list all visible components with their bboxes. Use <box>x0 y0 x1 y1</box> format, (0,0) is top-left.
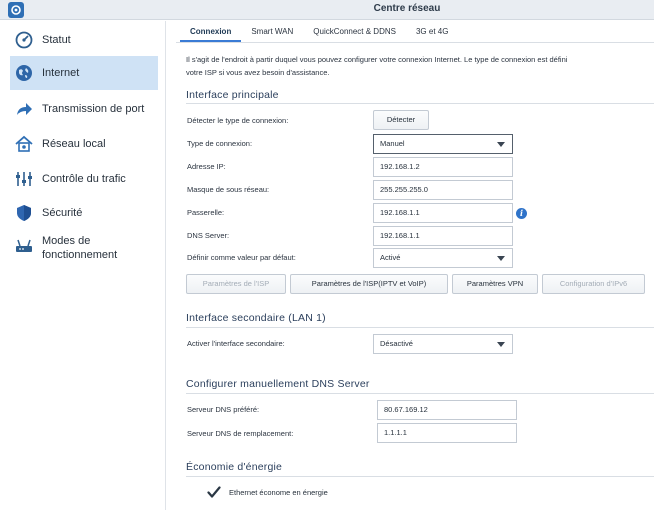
tab-bar: Connexion Smart WAN QuickConnect & DDNS … <box>180 21 458 42</box>
gateway-label: Passerelle: <box>187 208 225 217</box>
section-divider <box>186 327 654 328</box>
home-network-icon <box>15 135 33 152</box>
section-divider <box>186 476 654 477</box>
title-bar: Centre réseau <box>0 0 654 20</box>
detect-label: Détecter le type de connexion: <box>187 116 289 125</box>
detect-button[interactable]: Détecter <box>373 110 429 130</box>
tab-quickconnect-ddns[interactable]: QuickConnect & DDNS <box>303 21 406 42</box>
section-title-energy: Économie d'énergie <box>186 461 283 473</box>
sidebar-item-label: Sécurité <box>42 207 83 219</box>
sidebar-item-operation-modes[interactable]: Modes de fonctionnement <box>10 234 158 276</box>
section-title-dns: Configurer manuellement DNS Server <box>186 378 370 390</box>
sidebar-item-label: Contrôle du trafic <box>42 173 126 185</box>
sidebar-item-label: Transmission de port <box>42 103 145 115</box>
globe-icon <box>16 65 32 81</box>
info-icon[interactable]: i <box>516 208 527 219</box>
tabs-divider <box>176 42 654 43</box>
enable-secondary-select[interactable]: Désactivé <box>373 334 513 354</box>
sidebar-item-status[interactable]: Statut <box>10 23 158 57</box>
sidebar-item-local-network[interactable]: Réseau local <box>10 127 158 161</box>
ip-address-label: Adresse IP: <box>187 162 226 171</box>
subnet-mask-label: Masque de sous réseau: <box>187 185 270 194</box>
section-title-secondary: Interface secondaire (LAN 1) <box>186 312 326 324</box>
page-description: Il s'agit de l'endroit à partir duquel v… <box>186 53 654 79</box>
gateway-input[interactable]: 192.168.1.1 <box>373 203 513 223</box>
alternate-dns-input[interactable]: 1.1.1.1 <box>377 423 517 443</box>
tab-3g-4g[interactable]: 3G et 4G <box>406 21 458 42</box>
section-divider <box>186 103 654 104</box>
set-default-select[interactable]: Activé <box>373 248 513 268</box>
sidebar-item-label: Modes de fonctionnement <box>42 234 117 262</box>
checkmark-icon <box>207 486 221 498</box>
vpn-settings-button[interactable]: Paramètres VPN <box>452 274 538 294</box>
status-icon <box>15 31 33 49</box>
isp-settings-button[interactable]: Paramètres de l'ISP <box>186 274 286 294</box>
sidebar-item-label: Statut <box>42 34 71 46</box>
connection-type-label: Type de connexion: <box>187 139 253 148</box>
section-title-primary: Interface principale <box>186 89 279 101</box>
tab-connexion[interactable]: Connexion <box>180 21 242 42</box>
tab-smart-wan[interactable]: Smart WAN <box>241 21 303 42</box>
description-line-2: votre ISP si vous avez besoin d'assistan… <box>186 68 330 77</box>
sidebar-item-port-forwarding[interactable]: Transmission de port <box>10 92 158 126</box>
sidebar-item-label: Réseau local <box>42 138 106 150</box>
eee-checkbox[interactable] <box>207 486 221 499</box>
sidebar-item-label-line2: fonctionnement <box>42 249 118 261</box>
preferred-dns-label: Serveur DNS préféré: <box>187 405 260 414</box>
eee-label: Ethernet économe en énergie <box>229 488 328 497</box>
preferred-dns-input[interactable]: 80.67.169.12 <box>377 400 517 420</box>
shield-icon <box>17 205 31 221</box>
dns-server-label: DNS Server: <box>187 231 230 240</box>
alternate-dns-label: Serveur DNS de remplacement: <box>187 429 294 438</box>
sidebar-item-internet[interactable]: Internet <box>10 56 158 90</box>
sidebar: Statut Internet Transmission de port Rés… <box>0 21 166 510</box>
port-forward-icon <box>17 103 32 115</box>
sidebar-item-label: Internet <box>42 67 80 79</box>
subnet-mask-input[interactable]: 255.255.255.0 <box>373 180 513 200</box>
traffic-control-icon <box>16 172 32 186</box>
window-title: Centre réseau <box>373 3 441 14</box>
sidebar-item-security[interactable]: Sécurité <box>10 196 158 230</box>
sidebar-item-label-line1: Modes de <box>42 235 91 247</box>
sidebar-item-traffic-control[interactable]: Contrôle du trafic <box>10 162 158 196</box>
router-mode-icon <box>16 239 32 252</box>
section-divider <box>186 393 654 394</box>
description-line-1: Il s'agit de l'endroit à partir duquel v… <box>186 55 568 64</box>
ipv6-configuration-button[interactable]: Configuration d'IPv6 <box>542 274 645 294</box>
dns-server-input[interactable]: 192.168.1.1 <box>373 226 513 246</box>
isp-iptv-voip-settings-button[interactable]: Paramètres de l'ISP(IPTV et VoIP) <box>290 274 448 294</box>
ip-address-input[interactable]: 192.168.1.2 <box>373 157 513 177</box>
connection-type-select[interactable]: Manuel <box>373 134 513 154</box>
set-default-label: Définir comme valeur par défaut: <box>187 253 296 262</box>
enable-secondary-label: Activer l'interface secondaire: <box>187 339 285 348</box>
